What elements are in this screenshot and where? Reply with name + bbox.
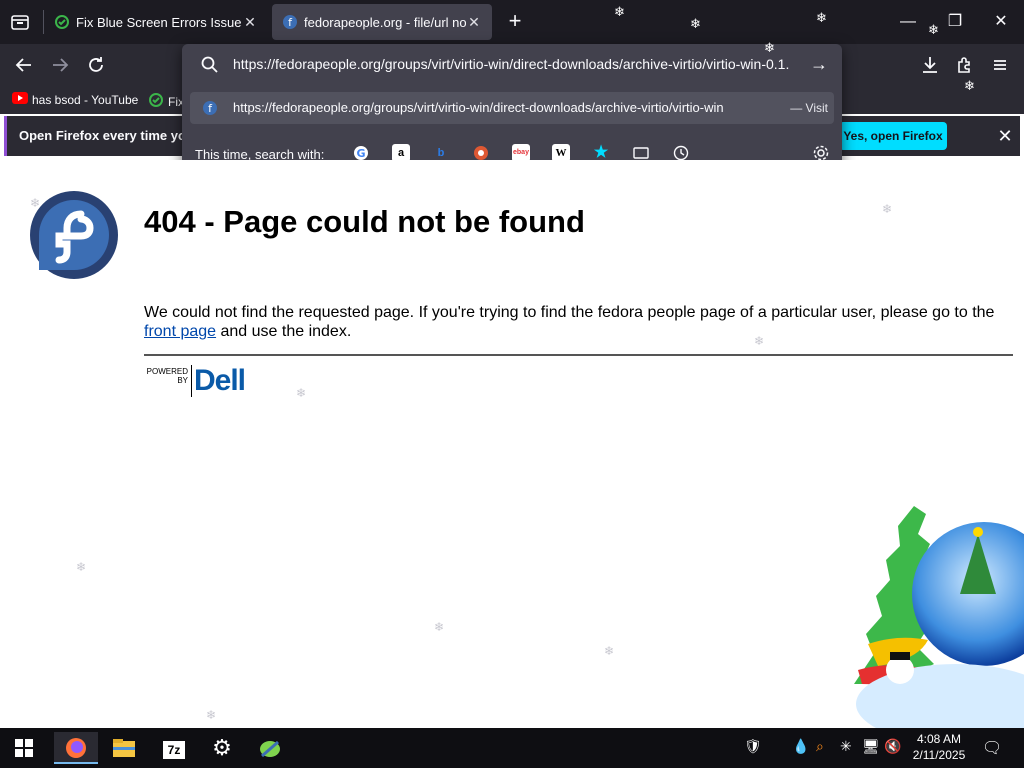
bookmark-label: has bsod - YouTube bbox=[32, 92, 139, 107]
gear-icon: ⚙ bbox=[212, 735, 232, 760]
suggestion-visit-label: — Visit bbox=[790, 101, 828, 115]
minimize-button[interactable]: — bbox=[885, 8, 931, 36]
address-bar[interactable]: https://fedorapeople.org/groups/virt/vir… bbox=[182, 48, 842, 82]
fedora-favicon-icon: f bbox=[202, 100, 218, 121]
taskbar-settings[interactable]: ⚙ bbox=[202, 732, 242, 764]
snowflake-icon: ❄ bbox=[206, 708, 217, 722]
notification-close-icon[interactable]: ✕ bbox=[993, 124, 1017, 148]
shield-icon bbox=[54, 14, 70, 30]
start-button[interactable] bbox=[6, 732, 42, 764]
tab-title: fedorapeople.org - file/url not f bbox=[304, 14, 466, 30]
svg-text:G: G bbox=[356, 147, 365, 160]
snowflake-icon: ❄ bbox=[754, 334, 765, 348]
snowflake-icon: ❄ bbox=[296, 386, 307, 400]
youtube-icon bbox=[12, 92, 28, 107]
notification-center-icon[interactable]: 🗨 bbox=[982, 738, 1002, 758]
download-icon bbox=[923, 57, 937, 73]
bookmark-fix[interactable]: Fix bbox=[148, 92, 184, 111]
defender-tray-icon[interactable]: 🛡 bbox=[744, 738, 762, 755]
suggestion-url: https://fedorapeople.org/groups/virt/vir… bbox=[233, 100, 724, 115]
firefox-icon bbox=[66, 738, 86, 758]
front-page-link[interactable]: front page bbox=[144, 323, 216, 340]
notification-text: Open Firefox every time you bbox=[19, 128, 194, 143]
message-text-end: and use the index. bbox=[216, 323, 352, 340]
forward-arrow-icon bbox=[53, 58, 69, 72]
clock-date: 2/11/2025 bbox=[912, 748, 966, 762]
by-label: BY bbox=[177, 376, 188, 385]
new-tab-button[interactable]: + bbox=[504, 10, 526, 34]
snowflake-icon: ❄ bbox=[816, 10, 827, 25]
folder-icon bbox=[113, 739, 135, 757]
christmas-globe-decoration bbox=[828, 494, 1024, 744]
snowflake-icon: ❄ bbox=[434, 620, 445, 634]
dell-wordmark: Dell bbox=[191, 365, 246, 397]
url-input[interactable]: https://fedorapeople.org/groups/virt/vir… bbox=[233, 56, 803, 72]
divider bbox=[144, 354, 1013, 356]
snowflake-icon: ❄ bbox=[614, 4, 625, 19]
windows-logo-icon bbox=[15, 739, 33, 757]
downloads-button[interactable] bbox=[918, 53, 942, 77]
tab-title: Fix Blue Screen Errors Issues. bbox=[76, 14, 242, 30]
fedora-favicon-icon: f bbox=[282, 14, 298, 30]
drop-tray-icon[interactable]: 💧 bbox=[792, 738, 809, 755]
tab-strip: Fix Blue Screen Errors Issues. ✕ f fedor… bbox=[0, 0, 1024, 44]
extensions-button[interactable] bbox=[953, 53, 977, 77]
powered-by-dell-logo: POWERED BY Dell bbox=[144, 365, 248, 398]
taskbar-7zip[interactable]: 7z bbox=[154, 732, 194, 764]
back-arrow-icon bbox=[15, 58, 31, 72]
open-firefox-button[interactable]: Yes, open Firefox bbox=[839, 122, 947, 150]
snowflake-icon: ❄ bbox=[690, 16, 701, 31]
powered-label: POWERED bbox=[146, 367, 188, 376]
fedora-logo bbox=[29, 190, 119, 280]
snowflake-icon: ❄ bbox=[964, 78, 975, 93]
menu-button[interactable] bbox=[988, 53, 1012, 77]
tab-fedorapeople[interactable]: f fedorapeople.org - file/url not f ✕ bbox=[272, 4, 492, 40]
sevenzip-icon: 7z bbox=[163, 741, 185, 759]
snowflake-icon: ❄ bbox=[30, 196, 41, 210]
page-title: 404 - Page could not be found bbox=[144, 204, 585, 239]
network-tray-icon[interactable]: 🖥 bbox=[862, 738, 880, 755]
address-bar-dropdown: https://fedorapeople.org/groups/virt/vir… bbox=[182, 44, 842, 178]
back-button[interactable] bbox=[12, 53, 36, 77]
message-text: We could not find the requested page. If… bbox=[144, 304, 995, 321]
bookmark-youtube[interactable]: has bsod - YouTube bbox=[12, 92, 138, 107]
clock-time: 4:08 AM bbox=[916, 732, 962, 746]
tab-fix-blue-screen[interactable]: Fix Blue Screen Errors Issues. ✕ bbox=[44, 4, 268, 40]
error-message: We could not find the requested page. If… bbox=[144, 303, 1014, 341]
windows-taskbar: 7z ⚙ 🛡 💧 ⌕ ✳ 🖥 🔇 4:08 AM 2/11/2025 🗨 bbox=[0, 728, 1024, 768]
firefox-view-icon[interactable] bbox=[8, 10, 32, 34]
forward-button[interactable] bbox=[48, 53, 72, 77]
reload-icon bbox=[89, 57, 103, 72]
close-window-button[interactable]: ✕ bbox=[978, 8, 1024, 36]
taskbar-app[interactable] bbox=[250, 732, 290, 764]
search-icon bbox=[200, 55, 220, 75]
tab-close-icon[interactable]: ✕ bbox=[242, 14, 258, 31]
snowflake-icon: ❄ bbox=[928, 22, 939, 37]
snowflake-icon: ❄ bbox=[882, 202, 893, 216]
puzzle-icon bbox=[958, 57, 970, 73]
taskbar-file-explorer[interactable] bbox=[104, 732, 144, 764]
url-suggestion-row[interactable]: f https://fedorapeople.org/groups/virt/v… bbox=[190, 92, 834, 124]
bluetooth-tray-icon[interactable]: ✳ bbox=[840, 738, 852, 755]
go-arrow-icon[interactable]: → bbox=[810, 54, 828, 75]
system-clock[interactable]: 4:08 AM 2/11/2025 bbox=[906, 731, 972, 763]
reload-button[interactable] bbox=[84, 53, 108, 77]
snowflake-icon: ❄ bbox=[764, 40, 775, 55]
paint-icon bbox=[260, 740, 280, 758]
tab-close-icon[interactable]: ✕ bbox=[466, 14, 482, 31]
search-tray-icon[interactable]: ⌕ bbox=[816, 738, 824, 755]
snowflake-icon: ❄ bbox=[76, 560, 87, 574]
volume-muted-icon[interactable]: 🔇 bbox=[884, 738, 901, 755]
hamburger-icon bbox=[994, 60, 1006, 70]
shield-icon bbox=[148, 92, 164, 111]
snowflake-icon: ❄ bbox=[604, 644, 615, 658]
page-content: 404 - Page could not be found We could n… bbox=[0, 160, 1024, 744]
taskbar-firefox[interactable] bbox=[54, 732, 98, 764]
